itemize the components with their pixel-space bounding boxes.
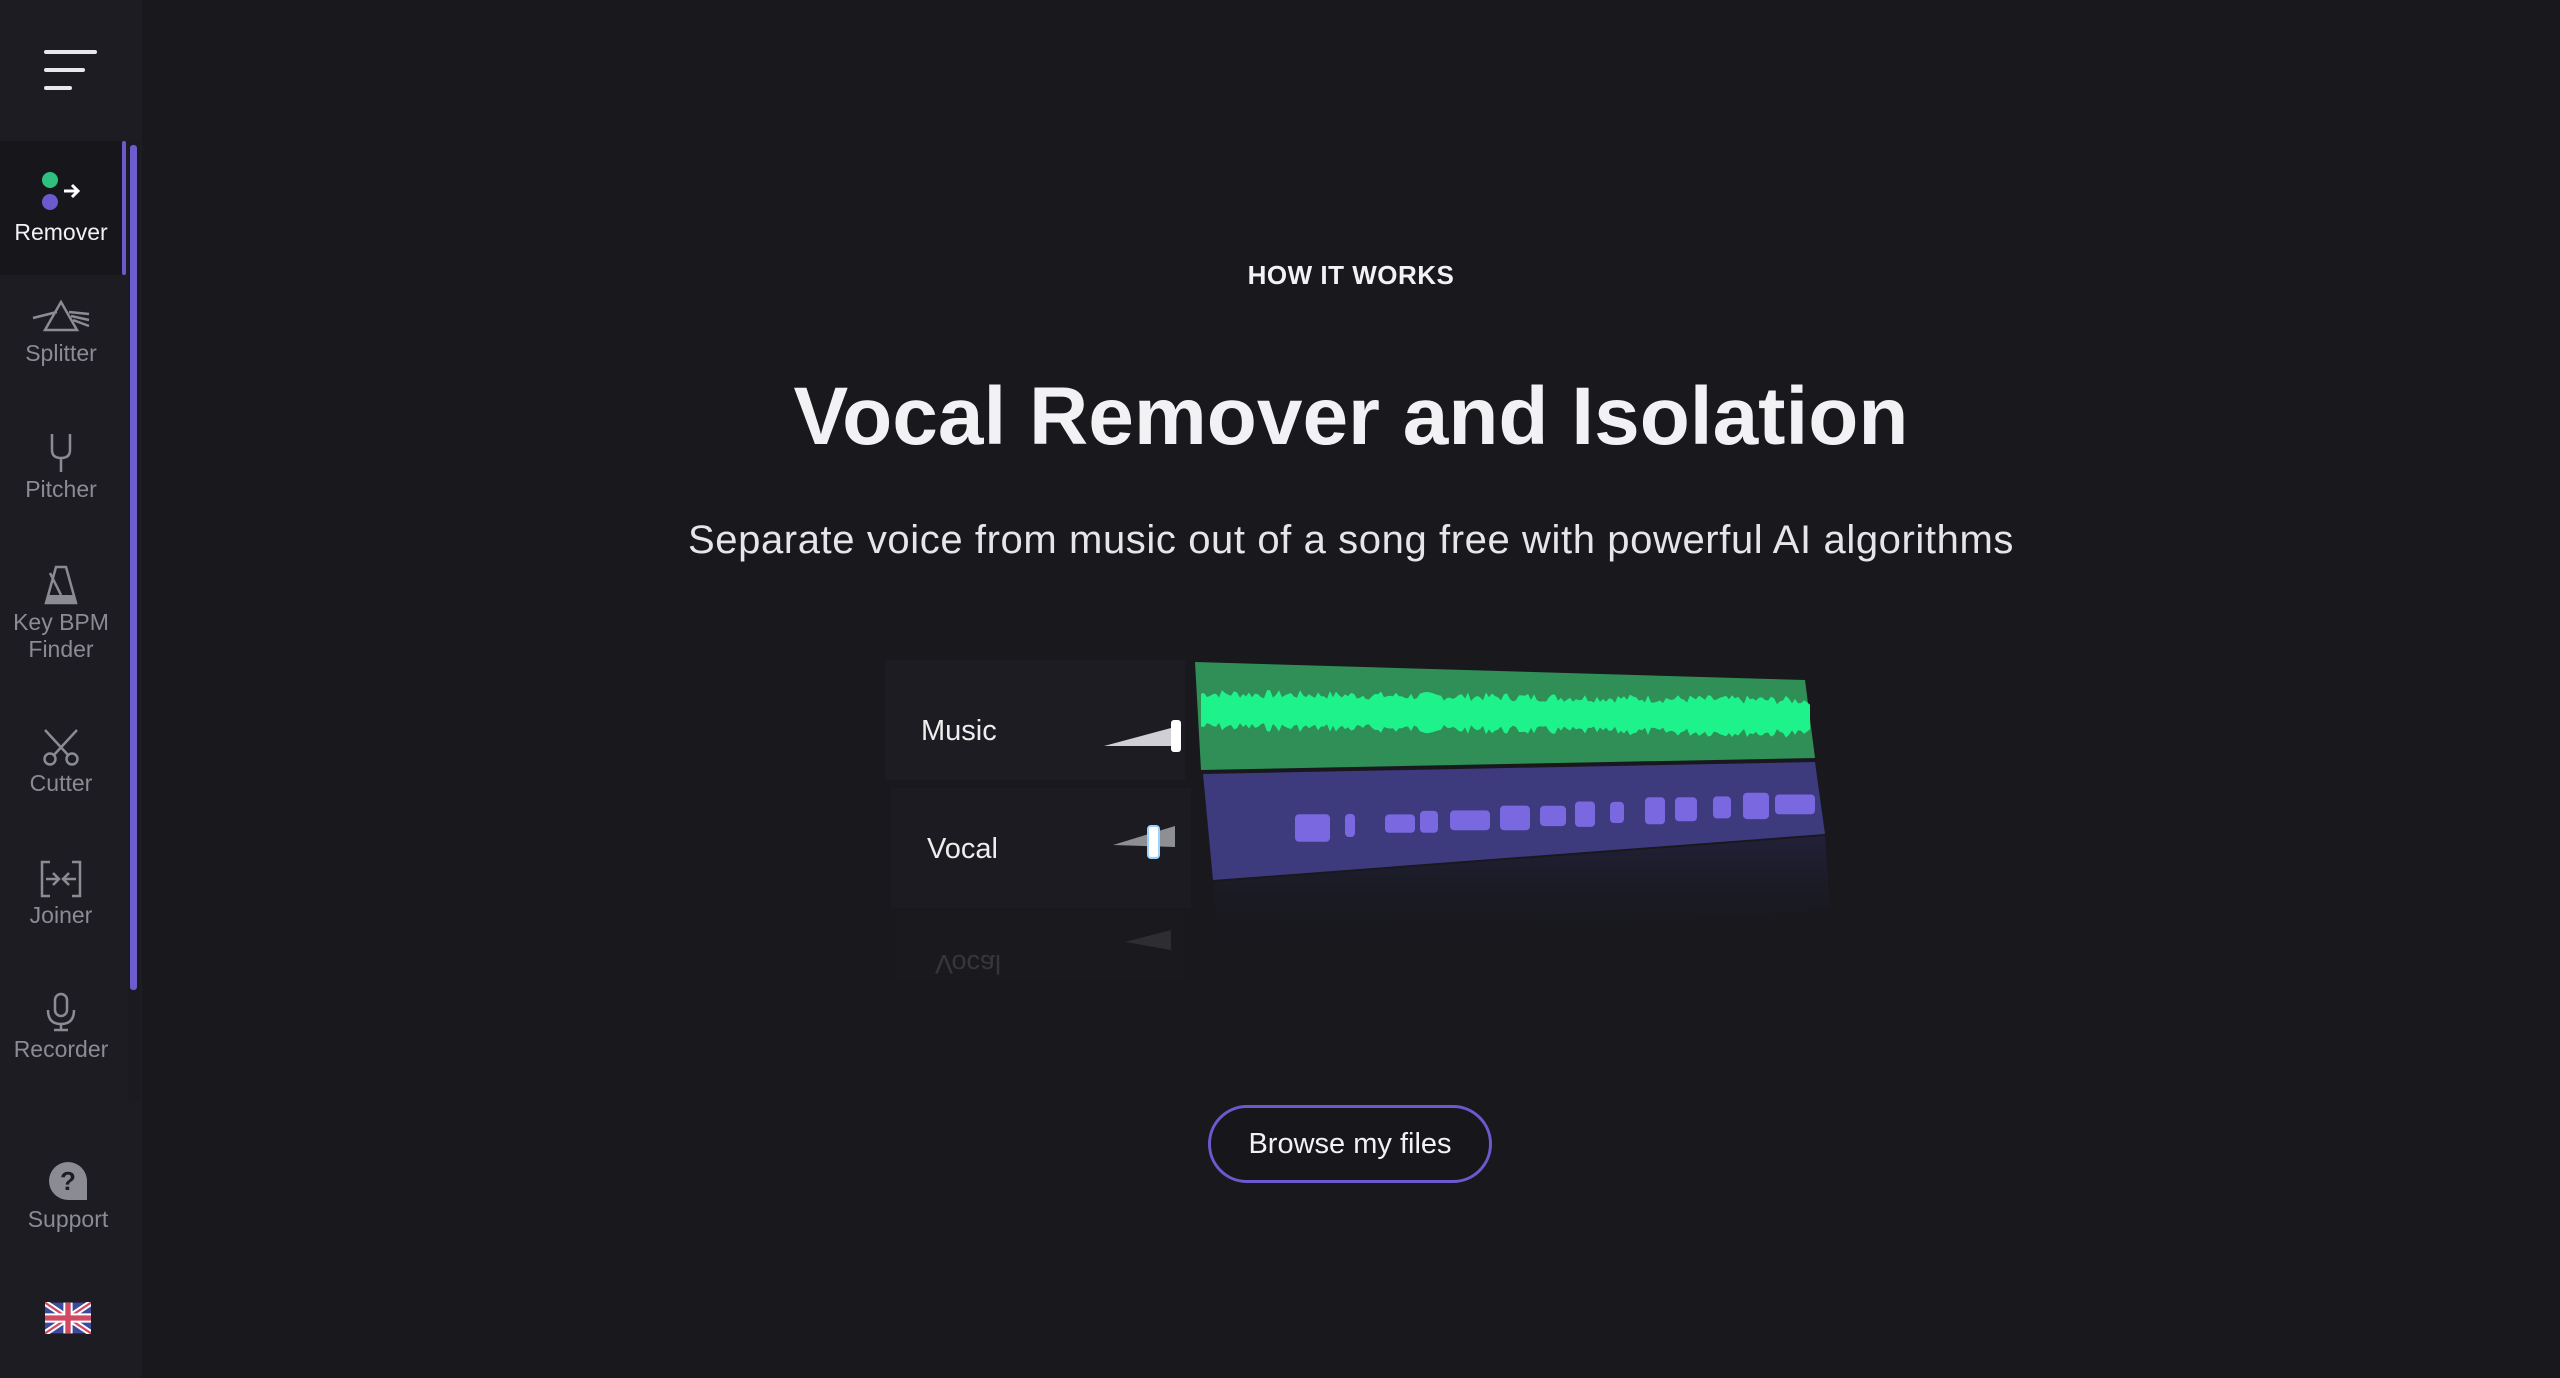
- page-title: Vocal Remover and Isolation: [793, 371, 1909, 462]
- vocal-waveform-segment: [1420, 810, 1438, 833]
- question-bubble-icon: ?: [49, 1162, 87, 1200]
- sidebar-scrollbar[interactable]: [130, 145, 137, 990]
- sidebar-item-recorder[interactable]: Recorder: [0, 992, 122, 1063]
- vocal-waveform-segment: [1675, 797, 1697, 822]
- sidebar-item-remover[interactable]: Remover: [0, 141, 122, 275]
- metronome-icon: [44, 565, 78, 605]
- sidebar-item-label: Joiner: [29, 902, 93, 928]
- page-subtitle: Separate voice from music out of a song …: [687, 518, 2015, 562]
- vocal-waveform-segment: [1645, 797, 1665, 825]
- sidebar-item-label: Recorder: [13, 1036, 109, 1062]
- sidebar-support[interactable]: ? Support: [8, 1160, 128, 1233]
- reflection-label: Vocal: [935, 949, 1001, 979]
- sidebar-item-label: Cutter: [29, 770, 93, 796]
- main-content: HOW IT WORKS Vocal Remover and Isolation…: [142, 0, 2560, 1378]
- sidebar-item-label: Splitter: [25, 340, 97, 366]
- svg-text:?: ?: [60, 1166, 76, 1196]
- prism-icon: [32, 300, 90, 332]
- sidebar-item-key-bpm-finder[interactable]: Key BPM Finder: [0, 565, 122, 663]
- vocal-waveform-segment: [1500, 805, 1530, 831]
- sidebar-item-joiner[interactable]: Joiner: [0, 860, 122, 929]
- sidebar-item-pitcher[interactable]: Pitcher: [0, 432, 122, 503]
- music-volume-handle: [1171, 720, 1181, 752]
- sidebar-item-label: Support: [27, 1206, 109, 1232]
- vocal-waveform-segment: [1713, 796, 1731, 819]
- sidebar-item-cutter[interactable]: Cutter: [0, 728, 122, 797]
- sidebar-item-splitter[interactable]: Splitter: [0, 300, 122, 367]
- hamburger-menu-button[interactable]: [0, 0, 142, 141]
- sidebar-item-label: Key BPM Finder: [13, 609, 109, 662]
- vocal-waveform-segment: [1743, 792, 1769, 820]
- language-selector[interactable]: [43, 1300, 93, 1336]
- sidebar: Remover Splitter Pitcher Key BPM Finder …: [0, 0, 142, 1378]
- vocal-volume-handle: [1147, 825, 1160, 859]
- hamburger-line: [44, 68, 85, 72]
- vocal-waveform-segment: [1385, 814, 1415, 833]
- join-arrows-icon: [40, 860, 82, 898]
- tuning-fork-icon: [50, 434, 72, 472]
- remover-dots-arrow-icon: [42, 172, 81, 210]
- browse-files-button[interactable]: Browse my files: [1208, 1105, 1492, 1183]
- microphone-icon: [46, 992, 76, 1032]
- vocal-waveform-segment: [1540, 805, 1566, 827]
- sidebar-item-label: Pitcher: [25, 476, 97, 502]
- section-eyebrow: HOW IT WORKS: [1247, 260, 1455, 290]
- hamburger-line: [44, 86, 72, 90]
- mixer-illustration: Music Vocal Vocal: [885, 660, 1830, 982]
- hamburger-menu-icon: [44, 50, 97, 54]
- vocal-waveform-segment: [1295, 814, 1330, 842]
- vocal-waveform-segment: [1575, 801, 1595, 827]
- vocal-waveform-segment: [1610, 801, 1624, 823]
- sidebar-item-label: Remover: [14, 219, 108, 245]
- vocal-waveform-segment: [1775, 794, 1815, 815]
- vocal-waveform-segment: [1345, 813, 1355, 837]
- track-label-music: Music: [921, 715, 997, 747]
- scissors-icon: [43, 729, 79, 766]
- track-label-vocal: Vocal: [927, 833, 998, 865]
- uk-flag-icon: [43, 1300, 93, 1336]
- active-indicator: [122, 141, 126, 275]
- vocal-waveform-segment: [1450, 810, 1490, 831]
